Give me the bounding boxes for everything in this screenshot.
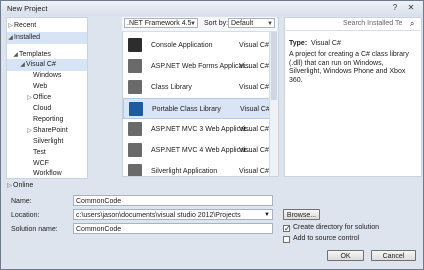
template-list: Console Application Visual C# ASP.NET We… xyxy=(122,17,279,177)
console-app-icon xyxy=(128,38,142,52)
type-label: Type: xyxy=(289,40,308,47)
nav-workflow[interactable]: Workflow xyxy=(7,169,113,177)
cancel-button[interactable]: Cancel xyxy=(371,250,416,261)
type-value: Visual C# xyxy=(311,40,341,47)
template-description: A project for creating a C# class librar… xyxy=(289,51,409,84)
template-toolbar: .NET Framework 4.5 ▼ Sort by: Default ▼ xyxy=(122,17,277,32)
browse-button[interactable]: Browse... xyxy=(283,209,320,220)
expand-arrow-icon: ▷ xyxy=(7,183,12,189)
sort-by-label: Sort by: xyxy=(204,20,229,27)
help-button[interactable]: ? xyxy=(390,3,400,13)
nav-installed[interactable]: ◢Installed xyxy=(7,32,87,44)
chevron-down-icon[interactable]: ▼ xyxy=(264,210,270,221)
template-item[interactable]: ASP.NET MVC 3 Web Applicat... Visual C# xyxy=(123,119,278,140)
web-forms-icon xyxy=(128,59,142,73)
new-project-dialog: New Project ? ✕ ▷Recent ◢Installed ◢Temp… xyxy=(0,0,424,270)
solution-name-label: Solution name: xyxy=(11,226,58,233)
ok-button[interactable]: OK xyxy=(327,250,364,261)
search-icon[interactable]: ⌕ xyxy=(410,19,414,29)
add-source-control-label: Add to source control xyxy=(293,235,360,242)
sort-by-select[interactable]: Default ▼ xyxy=(228,18,275,28)
template-item[interactable]: Silverlight Application Visual C# xyxy=(123,161,278,176)
nav-online[interactable]: ▷Online xyxy=(6,180,86,192)
title-bar: New Project ? ✕ xyxy=(1,1,423,16)
chevron-down-icon: ▼ xyxy=(267,21,273,27)
collapse-arrow-icon: ◢ xyxy=(8,35,13,41)
template-list-scrollbar[interactable] xyxy=(269,18,278,176)
close-button[interactable]: ✕ xyxy=(406,3,416,13)
mvc3-icon xyxy=(128,122,142,136)
dialog-title: New Project xyxy=(7,4,48,13)
portable-class-library-icon xyxy=(129,102,143,116)
template-item[interactable]: ASP.NET MVC 4 Web Applicat... Visual C# xyxy=(123,140,278,161)
search-box[interactable]: Search Installed Te ⌕ xyxy=(286,19,420,31)
silverlight-icon xyxy=(128,164,142,176)
name-field[interactable]: CommonCode xyxy=(73,195,273,206)
class-library-icon xyxy=(128,80,142,94)
framework-select[interactable]: .NET Framework 4.5 ▼ xyxy=(124,18,198,28)
add-source-control-checkbox[interactable] xyxy=(283,236,290,243)
scrollbar-thumb[interactable] xyxy=(271,30,277,100)
template-item[interactable]: ASP.NET Web Forms Applicat... Visual C# xyxy=(123,56,278,77)
template-item[interactable]: Class Library Visual C# xyxy=(123,77,278,98)
create-directory-checkbox[interactable]: ✓ xyxy=(283,224,291,233)
category-tree: ▷Recent ◢Installed ◢Templates ◢Visual C#… xyxy=(6,17,88,179)
mvc4-icon xyxy=(128,143,142,157)
solution-name-field[interactable]: CommonCode xyxy=(73,223,273,234)
expand-arrow-icon: ▷ xyxy=(8,23,13,29)
search-input[interactable]: Search Installed Te xyxy=(343,20,402,27)
location-field[interactable]: c:\users\jason\documents\visual studio 2… xyxy=(73,209,273,220)
chevron-down-icon: ▼ xyxy=(190,21,196,27)
template-details: Search Installed Te ⌕ Type: Visual C# A … xyxy=(284,17,422,177)
template-item[interactable]: Console Application Visual C# xyxy=(123,35,278,56)
check-icon: ✓ xyxy=(284,224,291,233)
template-item-selected[interactable]: Portable Class Library Visual C# xyxy=(123,98,278,119)
location-label: Location: xyxy=(11,212,40,219)
nav-recent[interactable]: ▷Recent xyxy=(7,20,87,32)
create-directory-label: Create directory for solution xyxy=(293,224,379,231)
name-label: Name: xyxy=(11,198,32,205)
